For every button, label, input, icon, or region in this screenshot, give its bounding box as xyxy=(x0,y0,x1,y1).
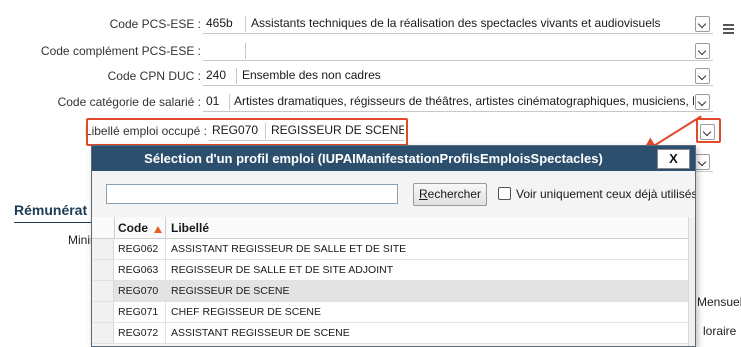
emploi-highlight-box xyxy=(86,118,408,146)
row-pcs-comp: Code complément PCS-ESE : xyxy=(0,41,741,63)
row-libelle: REGISSEUR DE SALLE ET DE SITE ADJOINT xyxy=(171,264,394,276)
hidden-dropdown-button[interactable] xyxy=(695,154,710,170)
search-input[interactable] xyxy=(106,184,398,204)
dropdown-highlight-box xyxy=(696,118,721,143)
pcs-ese-label: Code PCS-ESE : xyxy=(109,17,201,31)
section-underline xyxy=(14,222,94,223)
used-only-checkbox[interactable] xyxy=(498,187,511,200)
cpn-duc-text: Ensemble des non cadres xyxy=(242,68,381,82)
row-cpn-duc: Code CPN DUC : 240 Ensemble des non cadr… xyxy=(0,66,741,88)
table-row[interactable]: REG063 REGISSEUR DE SALLE ET DE SITE ADJ… xyxy=(92,260,688,281)
table-row[interactable]: REG071 CHEF REGISSEUR DE SCENE xyxy=(92,302,688,323)
pcs-comp-code xyxy=(203,43,206,57)
row-code: REG070 xyxy=(118,285,159,297)
cpn-duc-dropdown-button[interactable] xyxy=(695,68,710,84)
pcs-ese-dropdown-button[interactable] xyxy=(695,16,710,32)
menu-icon[interactable] xyxy=(723,24,734,34)
row-libelle: ASSISTANT REGISSEUR DE SCENE xyxy=(171,327,350,339)
search-button[interactable]: Rechercher xyxy=(413,183,487,206)
row-cat-salarie: Code catégorie de salarié : 01 Artistes … xyxy=(0,92,741,114)
used-only-label: Voir uniquement ceux déjà utilisés xyxy=(516,187,696,201)
row-code: REG063 xyxy=(118,264,159,276)
section-title: Rémunérat xyxy=(14,202,88,218)
pcs-ese-code: 465b xyxy=(206,16,233,30)
row-libelle: REGISSEUR DE SCENE xyxy=(171,285,290,297)
search-button-label: echercher xyxy=(427,187,482,201)
sort-ascending-icon xyxy=(154,226,162,233)
row-code: REG062 xyxy=(118,243,159,255)
cat-salarie-field[interactable]: 01 Artistes dramatiques, régisseurs de t… xyxy=(203,92,713,112)
table-row[interactable]: REG062 ASSISTANT REGISSEUR DE SALLE ET D… xyxy=(92,239,688,260)
column-header-libelle[interactable]: Libellé xyxy=(171,221,209,235)
table-row-selected[interactable]: REG070 REGISSEUR DE SCENE xyxy=(92,281,688,302)
cat-salarie-dropdown-button[interactable] xyxy=(695,94,710,110)
table-scrollbar[interactable] xyxy=(688,217,695,346)
table-row[interactable]: REG072 ASSISTANT REGISSEUR DE SCENE xyxy=(92,323,688,344)
pcs-ese-text: Assistants techniques de la réalisation … xyxy=(251,16,661,30)
cpn-duc-label: Code CPN DUC : xyxy=(107,69,201,83)
dialog-title: Sélection d'un profil emploi (IUPAIManif… xyxy=(92,146,695,171)
horaire-label: loraire xyxy=(703,324,737,338)
pcs-comp-field[interactable] xyxy=(203,41,713,61)
pcs-comp-label: Code complément PCS-ESE : xyxy=(40,44,201,58)
cat-salarie-label: Code catégorie de salarié : xyxy=(57,95,201,109)
cpn-duc-code: 240 xyxy=(206,68,227,82)
row-code: REG072 xyxy=(118,327,159,339)
search-button-accel: R xyxy=(418,187,428,201)
profile-table: Code Libellé REG062 ASSISTANT REGISSEUR … xyxy=(92,217,688,344)
row-libelle: CHEF REGISSEUR DE SCENE xyxy=(171,306,321,318)
close-button[interactable]: X xyxy=(657,149,690,169)
row-pcs-ese: Code PCS-ESE : 465b Assistants technique… xyxy=(0,14,741,36)
table-header: Code Libellé xyxy=(92,217,688,239)
profile-selection-dialog: Sélection d'un profil emploi (IUPAIManif… xyxy=(91,145,696,347)
row-code: REG071 xyxy=(118,306,159,318)
column-header-code[interactable]: Code xyxy=(118,221,148,235)
pcs-comp-dropdown-button[interactable] xyxy=(695,43,710,59)
cat-salarie-text: Artistes dramatiques, régisseurs de théâ… xyxy=(234,94,694,108)
mensuel-label: Mensuel xyxy=(697,295,741,309)
cat-salarie-code: 01 xyxy=(206,94,220,108)
cpn-duc-field[interactable]: 240 Ensemble des non cadres xyxy=(203,66,713,86)
row-libelle: ASSISTANT REGISSEUR DE SALLE ET DE SITE xyxy=(171,243,407,255)
pcs-ese-field[interactable]: 465b Assistants techniques de la réalisa… xyxy=(203,14,713,34)
